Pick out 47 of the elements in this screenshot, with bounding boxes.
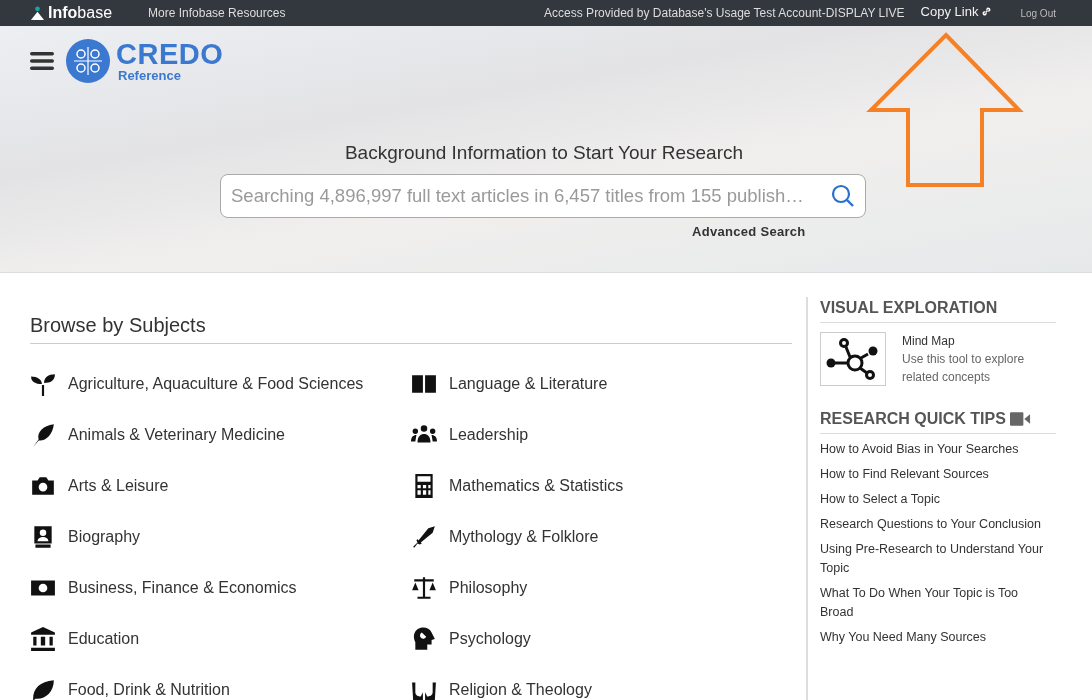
advanced-search-link[interactable]: Advanced Search (692, 224, 806, 239)
copy-link[interactable]: Copy Link (920, 3, 993, 19)
video-camera-icon (1009, 412, 1031, 426)
logo-title[interactable]: CREDO (116, 40, 224, 69)
tip-link[interactable]: How to Select a Topic (820, 490, 1049, 509)
resources-link[interactable]: More Infobase Resources (148, 6, 286, 20)
subject-link[interactable]: Religion & Theology (411, 664, 792, 700)
section-heading: RESEARCH QUICK TIPS (820, 410, 1006, 428)
infobase-logo[interactable]: Infobase (30, 4, 113, 22)
subject-link[interactable]: Animals & Veterinary Medicine (30, 409, 411, 460)
tip-link[interactable]: Research Questions to Your Conclusion (820, 515, 1049, 534)
subject-link[interactable]: Mythology & Folklore (411, 511, 792, 562)
search-field[interactable]: Searching 4,896,997 full text articles in 6,457 titles from 155 publish… (220, 174, 866, 218)
subject-link[interactable]: Education (30, 613, 411, 664)
scales-icon (411, 574, 437, 601)
tip-link[interactable]: Using Pre-Research to Understand Your Topic (820, 540, 1049, 578)
subject-link[interactable]: Philosophy (411, 562, 792, 613)
mind-map-icon[interactable] (820, 332, 886, 386)
mind-map-link[interactable]: Mind Map (902, 332, 1056, 350)
tip-link[interactable]: How to Avoid Bias in Your Searches (820, 440, 1049, 459)
subject-link[interactable]: Mathematics & Statistics (411, 460, 792, 511)
link-icon (981, 5, 993, 17)
section-heading: VISUAL EXPLORATION (820, 297, 1056, 323)
hero-heading: Background Information to Start Your Research (344, 142, 745, 164)
browse-heading: Browse by Subjects (30, 314, 792, 344)
subject-link[interactable]: Food, Drink & Nutrition (30, 664, 411, 700)
logo-emblem-icon (66, 39, 110, 83)
logo-mark-icon (30, 5, 45, 21)
head-icon (411, 625, 437, 652)
subject-link[interactable]: Leadership (411, 409, 792, 460)
menu-icon[interactable] (30, 51, 54, 71)
access-text: Access Provided by Database's Usage Test Account-DISPLAY LIVE (544, 6, 905, 20)
subject-link[interactable]: Arts & Leisure (30, 460, 411, 511)
tip-link[interactable]: How to Find Relevant Sources (820, 465, 1049, 484)
subject-link[interactable]: Language & Literature (411, 358, 792, 409)
tip-link[interactable]: Why You Need Many Sources (820, 628, 1049, 647)
logout-link[interactable]: Log Out (1020, 7, 1056, 19)
building-icon (30, 625, 56, 652)
logo-subtitle[interactable]: Reference (118, 69, 224, 82)
sword-icon (411, 523, 437, 550)
subject-link[interactable]: Agriculture, Aquaculture & Food Sciences (30, 358, 411, 409)
subject-link[interactable]: Business, Finance & Economics (30, 562, 411, 613)
tip-link[interactable]: What To Do When Your Topic is Too Broad (820, 584, 1049, 622)
subject-link[interactable]: Psychology (411, 613, 792, 664)
subject-link[interactable]: Biography (30, 511, 411, 562)
search-icon[interactable] (831, 184, 855, 208)
mind-map-description: Use this tool to explore related concepts (902, 351, 1026, 386)
